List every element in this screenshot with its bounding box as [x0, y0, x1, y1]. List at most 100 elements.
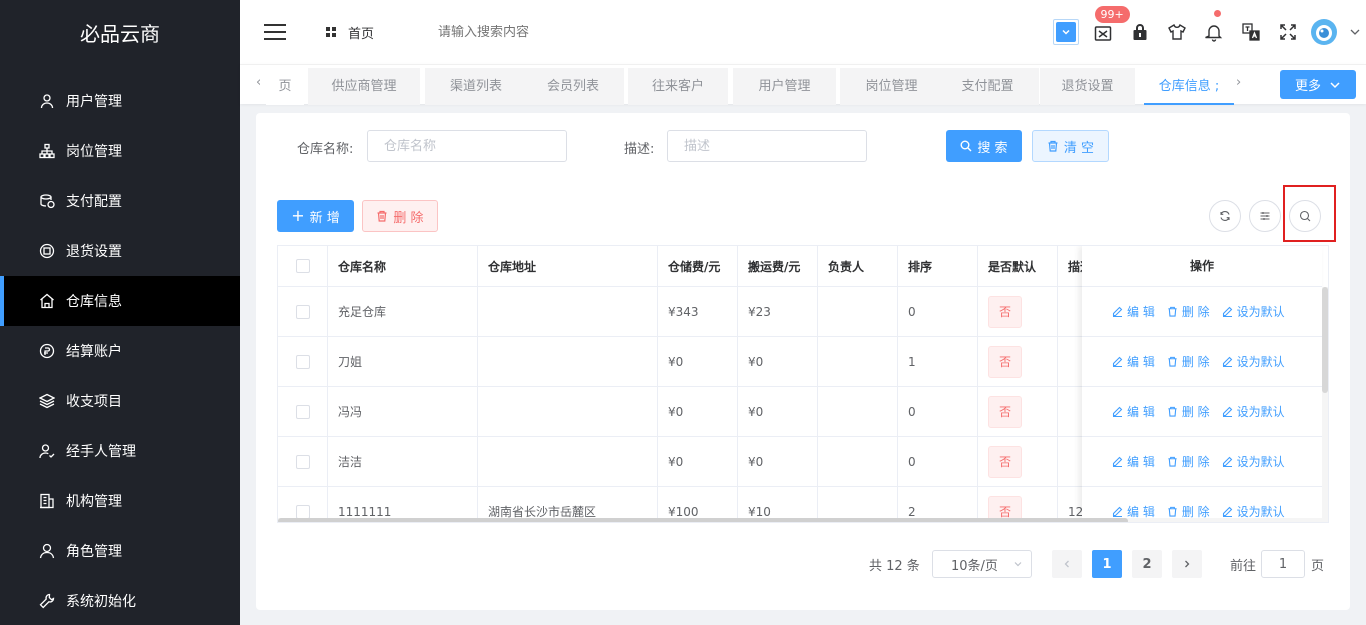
- col-header-handling-fee[interactable]: 搬运费/元: [738, 246, 818, 286]
- main-card: 仓库名称: 描述: 搜 索 清 空 + 新 增 删 除 仓库名称 仓库地址 仓储…: [256, 113, 1350, 610]
- page-size-dropdown[interactable]: 10条/页: [932, 550, 1032, 578]
- goto-page-input[interactable]: [1261, 550, 1306, 578]
- col-header-is-default[interactable]: 是否默认: [978, 246, 1058, 286]
- col-header-storage-fee[interactable]: 仓储费/元: [658, 246, 738, 286]
- skin-button[interactable]: [1158, 0, 1195, 64]
- tab-return-settings[interactable]: 退货设置: [1040, 68, 1135, 105]
- delete-link[interactable]: 删 除: [1167, 353, 1210, 370]
- set-default-link[interactable]: 设为默认: [1222, 353, 1285, 370]
- sidebar-item-org-management[interactable]: 机构管理: [0, 476, 240, 526]
- refresh-button[interactable]: [1209, 200, 1241, 232]
- col-header-address[interactable]: 仓库地址: [478, 246, 658, 286]
- horizontal-scrollbar[interactable]: [278, 518, 1328, 522]
- description-label: 描述:: [624, 142, 655, 157]
- sidebar-item-income-expense[interactable]: 收支项目: [0, 376, 240, 426]
- sidebar-item-handler-management[interactable]: 经手人管理: [0, 426, 240, 476]
- notification-button[interactable]: [1195, 0, 1232, 64]
- sidebar-item-return-settings[interactable]: 退货设置: [0, 226, 240, 276]
- row-checkbox[interactable]: [295, 304, 310, 319]
- cell-manager: [818, 337, 898, 386]
- tabs-scroll-right-icon[interactable]: ›: [1236, 75, 1241, 90]
- sidebar-item-warehouse-info[interactable]: 仓库信息: [0, 276, 240, 326]
- page-size-select[interactable]: 10条/页: [932, 550, 1032, 578]
- search-button[interactable]: 搜 索: [946, 130, 1022, 162]
- tabs-scroll-left-icon[interactable]: ‹: [256, 75, 261, 90]
- tab-position-management[interactable]: 岗位管理: [840, 68, 943, 105]
- tab-channel-list[interactable]: 渠道列表: [425, 68, 527, 105]
- next-page-button[interactable]: [1172, 550, 1202, 578]
- set-default-link[interactable]: 设为默认: [1222, 303, 1285, 320]
- lock-button[interactable]: [1121, 0, 1158, 64]
- fullscreen-button[interactable]: [1269, 0, 1306, 64]
- search-input[interactable]: [438, 24, 639, 40]
- breadcrumb-home[interactable]: 首页: [326, 23, 374, 42]
- page-size-value: 10条/页: [951, 558, 998, 574]
- tab-member-list[interactable]: 会员列表: [522, 68, 624, 105]
- prev-page-button[interactable]: [1052, 550, 1082, 578]
- theme-select-box: [1052, 19, 1079, 45]
- ops-row: 编 辑 删 除 设为默认: [1082, 287, 1322, 337]
- tab-user-management[interactable]: 用户管理: [733, 68, 836, 105]
- clear-button[interactable]: 清 空: [1032, 130, 1109, 162]
- sidebar-item-system-init[interactable]: 系统初始化: [0, 576, 240, 625]
- tabs-bar: ‹ 页 供应商管理 渠道列表 会员列表 往来客户 用户管理 岗位管理 支付配置 …: [240, 64, 1366, 105]
- is-default-tag: 否: [988, 445, 1022, 478]
- col-header-manager[interactable]: 负责人: [818, 246, 898, 286]
- select-all-checkbox[interactable]: [295, 259, 310, 273]
- warehouse-table: 仓库名称 仓库地址 仓储费/元 搬运费/元 负责人 排序 是否默认 描述 充足仓…: [277, 245, 1329, 523]
- sidebar-item-payment-config[interactable]: 支付配置: [0, 176, 240, 226]
- sidebar-item-label: 用户管理: [66, 94, 122, 110]
- more-tabs-button[interactable]: 更多: [1280, 70, 1356, 99]
- cell-sort: 0: [898, 437, 978, 486]
- grid-icon: [326, 27, 336, 37]
- row-checkbox[interactable]: [295, 504, 310, 519]
- delete-link[interactable]: 删 除: [1167, 403, 1210, 420]
- page-2-button[interactable]: 2: [1132, 550, 1162, 578]
- cell-storage-fee: ¥0: [658, 437, 738, 486]
- set-default-link[interactable]: 设为默认: [1222, 403, 1285, 420]
- sidebar-item-role-management[interactable]: 角色管理: [0, 526, 240, 576]
- tab-partial[interactable]: 页: [266, 68, 304, 105]
- row-checkbox[interactable]: [295, 454, 310, 469]
- wrench-icon: [38, 592, 56, 610]
- add-button-label: 新 增: [309, 210, 340, 226]
- set-default-link[interactable]: 设为默认: [1222, 453, 1285, 470]
- col-header-name[interactable]: 仓库名称: [328, 246, 478, 286]
- add-button[interactable]: + 新 增: [277, 200, 354, 232]
- page-1-button[interactable]: 1: [1092, 550, 1122, 578]
- column-settings-button[interactable]: [1249, 200, 1281, 232]
- sidebar-item-position-management[interactable]: 岗位管理: [0, 126, 240, 176]
- menu-toggle-icon[interactable]: [264, 24, 286, 40]
- row-checkbox[interactable]: [295, 404, 310, 419]
- tools-button[interactable]: 99+: [1084, 0, 1130, 64]
- vertical-scrollbar[interactable]: [1322, 287, 1328, 518]
- sidebar-item-settlement-account[interactable]: 结算账户: [0, 326, 240, 376]
- edit-link[interactable]: 编 辑: [1112, 403, 1155, 420]
- warehouse-name-input[interactable]: [367, 130, 567, 162]
- edit-link[interactable]: 编 辑: [1112, 453, 1155, 470]
- description-input[interactable]: [667, 130, 867, 162]
- theme-select[interactable]: [1047, 0, 1084, 64]
- sidebar-item-user-management[interactable]: 用户管理: [0, 76, 240, 126]
- row-checkbox[interactable]: [295, 354, 310, 369]
- col-header-sort[interactable]: 排序: [898, 246, 978, 286]
- cell-address: [478, 387, 658, 436]
- delete-link[interactable]: 删 除: [1167, 303, 1210, 320]
- is-default-tag: 否: [988, 345, 1022, 378]
- edit-link[interactable]: 编 辑: [1112, 303, 1155, 320]
- tab-supplier-management[interactable]: 供应商管理: [308, 68, 420, 105]
- sidebar-item-label: 仓库信息: [66, 294, 122, 310]
- delete-link[interactable]: 删 除: [1167, 453, 1210, 470]
- ops-row: 编 辑 删 除 设为默认: [1082, 337, 1322, 387]
- delete-button[interactable]: 删 除: [362, 200, 438, 232]
- tab-customers[interactable]: 往来客户: [628, 68, 728, 105]
- cell-manager: [818, 387, 898, 436]
- edit-link[interactable]: 编 辑: [1112, 353, 1155, 370]
- edit-icon: [1222, 506, 1232, 517]
- tab-warehouse-info[interactable]: 仓库信息 ;: [1144, 68, 1234, 105]
- row-select-cell: [278, 337, 328, 386]
- row-select-cell: [278, 387, 328, 436]
- tab-payment-config[interactable]: 支付配置: [936, 68, 1039, 105]
- user-avatar-button[interactable]: [1306, 0, 1366, 64]
- translate-button[interactable]: [1232, 0, 1269, 64]
